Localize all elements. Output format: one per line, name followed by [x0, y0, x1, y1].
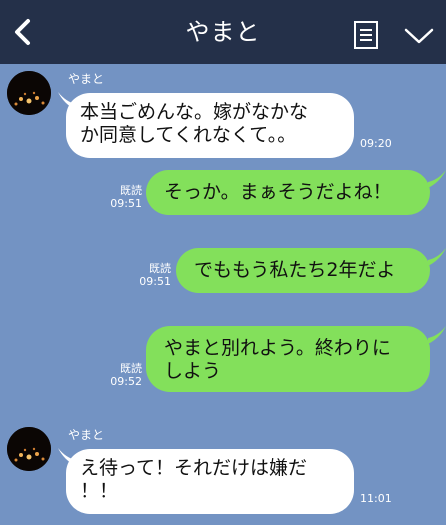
bubble-tail: [428, 170, 446, 188]
chat-header: やまと: [0, 0, 446, 64]
message-time: 09:51: [139, 275, 171, 288]
message-bubble[interactable]: そっか。まぁそうだよね！: [146, 170, 430, 215]
message-time: 09:20: [360, 137, 392, 150]
message-text-line: か同意してくれなくて。。: [80, 124, 297, 146]
message-bubble[interactable]: やまと別れよう。終わりに しよう: [146, 326, 430, 392]
message-time: 09:52: [110, 375, 142, 388]
avatar[interactable]: [7, 427, 51, 471]
read-receipt: 既読 09:51: [135, 262, 171, 288]
read-label: 既読: [149, 262, 171, 275]
message-text-line: でももう私たち2年だよ: [194, 259, 396, 281]
message-time: 11:01: [360, 492, 392, 505]
message-text-line: 本当ごめんな。嫁がなかな: [80, 101, 309, 123]
message-text-line: やまと別れよう。終わりに: [164, 337, 391, 359]
message-bubble[interactable]: 本当ごめんな。嫁がなかな か同意してくれなくて。。: [66, 93, 354, 158]
message-text-line: しよう: [164, 360, 222, 382]
read-label: 既読: [120, 362, 142, 375]
message-time: 09:51: [110, 197, 142, 210]
sender-name: やまと: [68, 72, 105, 86]
read-receipt: 既読 09:51: [106, 184, 142, 210]
message-bubble[interactable]: でももう私たち2年だよ: [176, 248, 430, 293]
read-receipt: 既読 09:52: [106, 362, 142, 388]
message-text-line: え待って！それだけは嫌だ: [80, 457, 308, 479]
bubble-tail: [428, 326, 446, 344]
bubble-tail: [428, 248, 446, 266]
avatar[interactable]: [7, 71, 51, 115]
chevron-down-icon[interactable]: [402, 24, 436, 48]
message-text-line: ！！: [80, 480, 119, 502]
message-bubble[interactable]: え待って！それだけは嫌だ ！！: [66, 449, 354, 514]
sender-name: やまと: [68, 428, 105, 442]
chat-area[interactable]: やまと 本当ごめんな。嫁がなかな か同意してくれなくて。。 09:20 既読 0…: [0, 64, 446, 525]
read-label: 既読: [120, 184, 142, 197]
message-text-line: そっか。まぁそうだよね！: [164, 181, 392, 203]
notes-icon[interactable]: [352, 20, 380, 50]
